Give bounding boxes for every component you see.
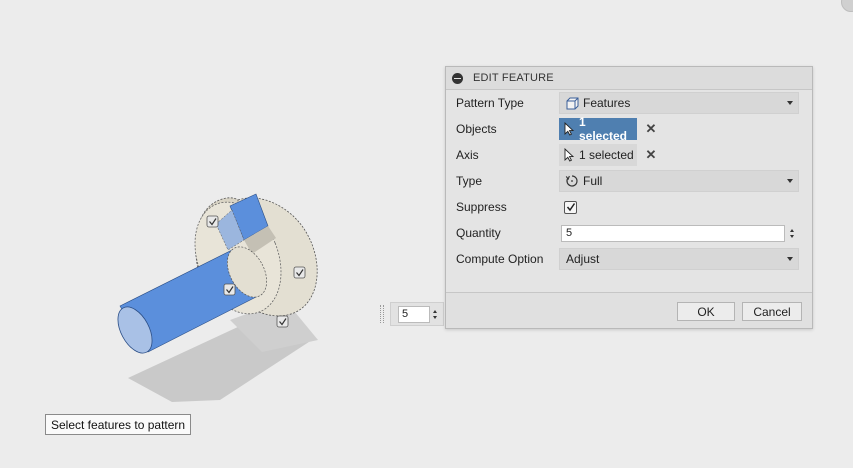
spin-up-icon[interactable] <box>790 228 794 232</box>
type-value: Full <box>583 174 603 188</box>
row-axis: Axis 1 selected ✕ <box>446 143 812 167</box>
mini-toolbar-grip[interactable] <box>380 305 384 323</box>
objects-label: Objects <box>456 122 497 136</box>
rotate-icon <box>564 173 580 189</box>
compute-option-dropdown[interactable]: Adjust <box>559 248 799 270</box>
row-suppress: Suppress <box>446 195 812 219</box>
edit-feature-panel: EDIT FEATURE Pattern Type Features Objec… <box>445 66 813 329</box>
suppress-label: Suppress <box>456 200 507 214</box>
feature-checkbox-2[interactable] <box>223 283 236 296</box>
row-type: Type Full <box>446 169 812 193</box>
panel-body: Pattern Type Features Objects 1 selected… <box>446 90 812 292</box>
chevron-down-icon <box>787 101 793 105</box>
cursor-icon <box>564 122 575 136</box>
pattern-type-label: Pattern Type <box>456 96 524 110</box>
mini-quantity-input[interactable]: 5 <box>398 306 430 323</box>
axis-select-button[interactable]: 1 selected <box>559 144 637 166</box>
objects-select-button[interactable]: 1 selected <box>559 115 637 143</box>
axis-value: 1 selected <box>579 148 634 162</box>
quantity-stepper[interactable] <box>787 225 797 242</box>
spin-up-icon[interactable] <box>433 310 437 313</box>
panel-footer: OK Cancel <box>446 292 812 328</box>
row-objects: Objects 1 selected ✕ <box>446 115 812 143</box>
panel-title: EDIT FEATURE <box>473 72 554 84</box>
compute-option-value: Adjust <box>566 252 600 266</box>
type-label: Type <box>456 174 483 188</box>
spin-down-icon[interactable] <box>433 316 437 319</box>
feature-checkbox-3[interactable] <box>293 266 306 279</box>
cancel-button[interactable]: Cancel <box>742 302 802 321</box>
feature-checkbox-4[interactable] <box>276 315 289 328</box>
pattern-type-dropdown[interactable]: Features <box>559 92 799 114</box>
feature-checkbox-1[interactable] <box>206 215 219 228</box>
quantity-label: Quantity <box>456 226 501 240</box>
collapse-icon[interactable] <box>452 72 463 84</box>
chevron-down-icon <box>787 257 793 261</box>
canvas-viewport[interactable]: 5 EDIT FEATURE Pattern Type Features Obj… <box>0 0 853 468</box>
axis-label: Axis <box>456 148 479 162</box>
clear-axis-icon[interactable]: ✕ <box>645 148 657 161</box>
suppress-checkbox[interactable] <box>564 200 577 214</box>
row-pattern-type: Pattern Type Features <box>446 91 812 115</box>
clear-objects-icon[interactable]: ✕ <box>645 122 657 135</box>
chevron-down-icon <box>787 179 793 183</box>
compute-option-label: Compute Option <box>456 252 544 266</box>
cursor-icon <box>564 148 575 162</box>
tooltip: Select features to pattern <box>45 414 192 435</box>
pattern-type-value: Features <box>583 96 631 110</box>
spin-down-icon[interactable] <box>790 234 794 238</box>
mini-quantity-spinner[interactable] <box>431 307 439 322</box>
row-compute-option: Compute Option Adjust <box>446 247 812 271</box>
checkmark-icon <box>566 203 575 212</box>
objects-value: 1 selected <box>578 115 628 143</box>
quantity-input[interactable] <box>561 224 785 242</box>
panel-header[interactable]: EDIT FEATURE <box>446 67 812 90</box>
ok-button[interactable]: OK <box>677 302 735 321</box>
features-icon <box>564 95 580 111</box>
type-dropdown[interactable]: Full <box>559 170 799 192</box>
row-quantity: Quantity <box>446 221 812 245</box>
